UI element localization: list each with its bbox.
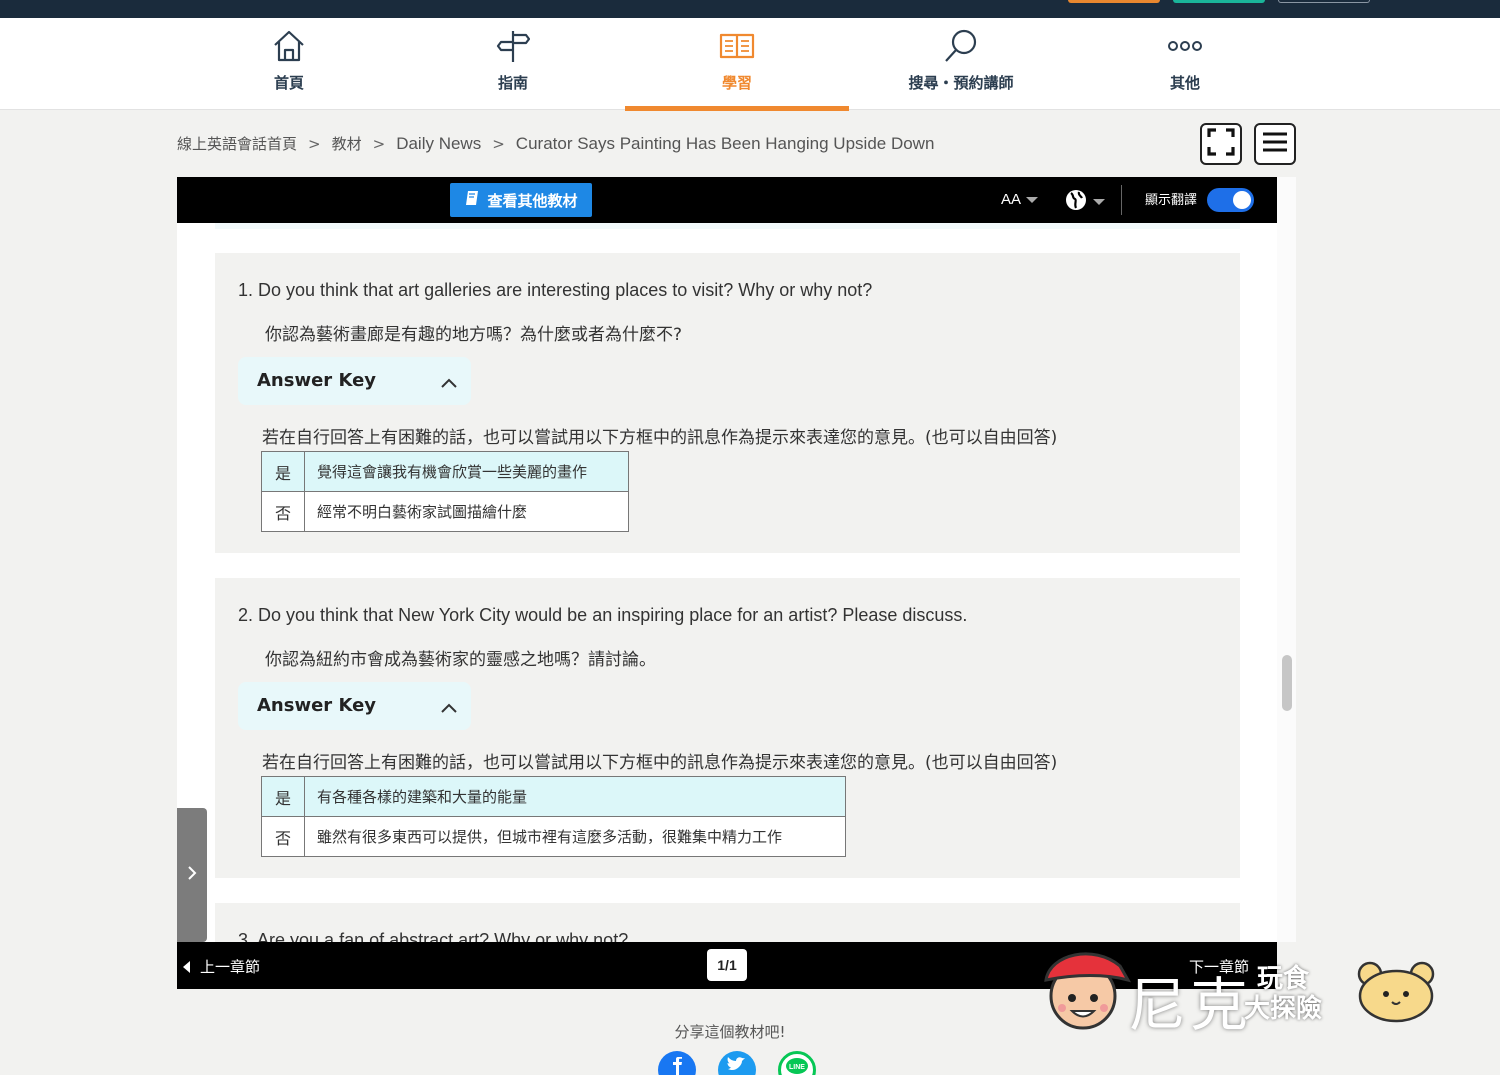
nav-item-guide[interactable]: 指南 [401, 18, 625, 110]
table-row: 否 雖然有很多東西可以提供，但城市裡有這麼多活動，很難集中精力工作 [261, 816, 846, 857]
answer-key-label: Answer Key [257, 370, 377, 391]
nav-label: 首頁 [273, 74, 304, 92]
answer-table: 是 有各種各樣的建築和大量的能量 否 雖然有很多東西可以提供，但城市裡有這麼多活… [261, 776, 846, 857]
fullscreen-icon [1207, 128, 1235, 160]
no-text: 雖然有很多東西可以提供，但城市裡有這麼多活動，很難集中精力工作 [304, 816, 846, 857]
breadcrumb-separator: > [308, 134, 321, 153]
material-content: 1. Do you think that art galleries are i… [177, 223, 1277, 943]
answer-table: 是 覺得這會讓我有機會欣賞一些美麗的畫作 否 經常不明白藝術家試圖描繪什麼 [261, 451, 629, 532]
chevron-up-icon [441, 373, 457, 392]
caret-down-icon [1026, 196, 1039, 203]
answer-hint: 若在自行回答上有困難的話，也可以嘗試用以下方框中的訊息作為提示來表達您的意見。(… [262, 428, 1058, 448]
other-materials-label: 查看其他教材 [487, 191, 578, 210]
answer-key-toggle[interactable]: Answer Key [238, 357, 471, 405]
other-materials-button[interactable]: 查看其他教材 [450, 183, 592, 217]
show-translation-label: 顯示翻譯 [1145, 193, 1198, 208]
question-card: 3. Are you a fan of abstract art? Why or… [215, 903, 1240, 943]
triangle-left-icon [183, 960, 190, 973]
chevron-right-icon [187, 865, 197, 885]
viewer-toolbar: 查看其他教材 AA 顯示翻譯 [177, 177, 1277, 223]
nav-item-search-book[interactable]: 搜尋・預約講師 [849, 18, 1073, 110]
no-text: 經常不明白藝術家試圖描繪什麼 [304, 491, 629, 532]
yes-text: 覺得這會讓我有機會欣賞一些美麗的畫作 [304, 451, 629, 492]
breadcrumb-current: Curator Says Painting Has Been Hanging U… [515, 133, 935, 153]
line-icon: LINE [783, 1054, 811, 1075]
previous-chapter-button[interactable]: 上一章節 [183, 956, 260, 977]
fullscreen-button[interactable] [1200, 123, 1242, 165]
watermark-sub-text: 大探險 [1244, 994, 1323, 1024]
nav-item-home[interactable]: 首頁 [177, 18, 401, 110]
mascot-face-icon [1044, 952, 1132, 1030]
table-row: 否 經常不明白藝術家試圖描繪什麼 [261, 491, 629, 532]
main-nav: 首頁 指南 學習 搜尋・預約講師 其他 [0, 18, 1500, 111]
font-size-dropdown[interactable]: AA [1001, 191, 1039, 208]
question-chinese: 你認為藝術畫廊是有趣的地方嗎？為什麼或者為什麼不? [265, 325, 683, 345]
twitter-share-button[interactable] [718, 1051, 756, 1075]
green-pill [1173, 0, 1265, 3]
question-card: 1. Do you think that art galleries are i… [215, 253, 1240, 553]
twitter-icon [724, 1051, 750, 1075]
search-icon [943, 28, 979, 64]
side-panel-toggle[interactable] [177, 808, 207, 942]
no-key: 否 [261, 816, 305, 857]
book-icon [464, 190, 480, 210]
hamburger-menu-icon [1262, 131, 1288, 157]
previous-card-edge [215, 223, 1240, 229]
home-icon [271, 28, 307, 64]
toolbar-divider [1121, 185, 1122, 215]
yes-key: 是 [261, 451, 305, 492]
book-icon [719, 28, 755, 64]
question-chinese: 你認為紐約市會成為藝術家的靈感之地嗎？請討論。 [265, 650, 656, 670]
watermark-main-text: 尼克 [1128, 971, 1253, 1039]
breadcrumb: 線上英語會話首頁 > 教材 > Daily News > Curator Say… [177, 133, 934, 154]
caret-down-icon [1093, 199, 1105, 205]
question-card: 2. Do you think that New York City would… [215, 578, 1240, 878]
line-share-button[interactable]: LINE [778, 1051, 816, 1075]
previous-chapter-label: 上一章節 [200, 958, 261, 976]
breadcrumb-home[interactable]: 線上英語會話首頁 [177, 133, 297, 154]
nav-label: 其他 [1169, 74, 1200, 92]
more-icon [1167, 28, 1203, 64]
nav-item-learn[interactable]: 學習 [625, 18, 849, 111]
font-size-label: AA [1001, 191, 1022, 208]
top-strip [0, 0, 1500, 18]
breadcrumb-separator: > [372, 134, 386, 153]
answer-key-label: Answer Key [257, 695, 377, 716]
material-viewer: 查看其他教材 AA 顯示翻譯 1. Do you think that art … [177, 177, 1277, 989]
page-indicator: 1/1 [707, 949, 747, 981]
signpost-icon [495, 28, 531, 64]
menu-button[interactable] [1254, 123, 1296, 165]
language-dropdown[interactable] [1065, 189, 1105, 215]
question-english: 2. Do you think that New York City would… [238, 605, 968, 625]
nav-label: 學習 [721, 74, 752, 92]
yes-key: 是 [261, 776, 305, 817]
answer-hint: 若在自行回答上有困難的話，也可以嘗試用以下方框中的訊息作為提示來表達您的意見。(… [262, 753, 1058, 773]
facebook-share-button[interactable] [658, 1051, 696, 1075]
breadcrumb-separator: > [492, 134, 505, 153]
table-row: 是 覺得這會讓我有機會欣賞一些美麗的畫作 [261, 451, 629, 492]
table-row: 是 有各種各樣的建築和大量的能量 [261, 776, 846, 817]
show-translation-toggle[interactable] [1207, 188, 1254, 212]
outline-pill [1278, 0, 1370, 3]
watermark-logo: 尼克 玩食 大探險 [1030, 948, 1440, 1039]
nav-label: 搜尋・預約講師 [908, 74, 1014, 92]
facebook-icon [665, 1051, 689, 1075]
answer-key-toggle[interactable]: Answer Key [238, 682, 471, 730]
nav-item-other[interactable]: 其他 [1073, 18, 1297, 110]
mascot-bear-icon [1357, 961, 1435, 1023]
no-key: 否 [261, 491, 305, 532]
orange-pill [1068, 0, 1160, 3]
chevron-up-icon [441, 698, 457, 717]
question-english: 1. Do you think that art galleries are i… [238, 280, 873, 300]
svg-text:LINE: LINE [789, 1064, 805, 1071]
toggle-knob [1233, 191, 1251, 209]
yes-text: 有各種各樣的建築和大量的能量 [304, 776, 846, 817]
globe-icon [1065, 189, 1087, 215]
nav-label: 指南 [497, 74, 528, 92]
breadcrumb-materials[interactable]: 教材 [332, 133, 362, 154]
scrollbar-track [1277, 177, 1296, 942]
breadcrumb-category[interactable]: Daily News [396, 134, 481, 154]
scrollbar-thumb[interactable] [1282, 655, 1292, 711]
